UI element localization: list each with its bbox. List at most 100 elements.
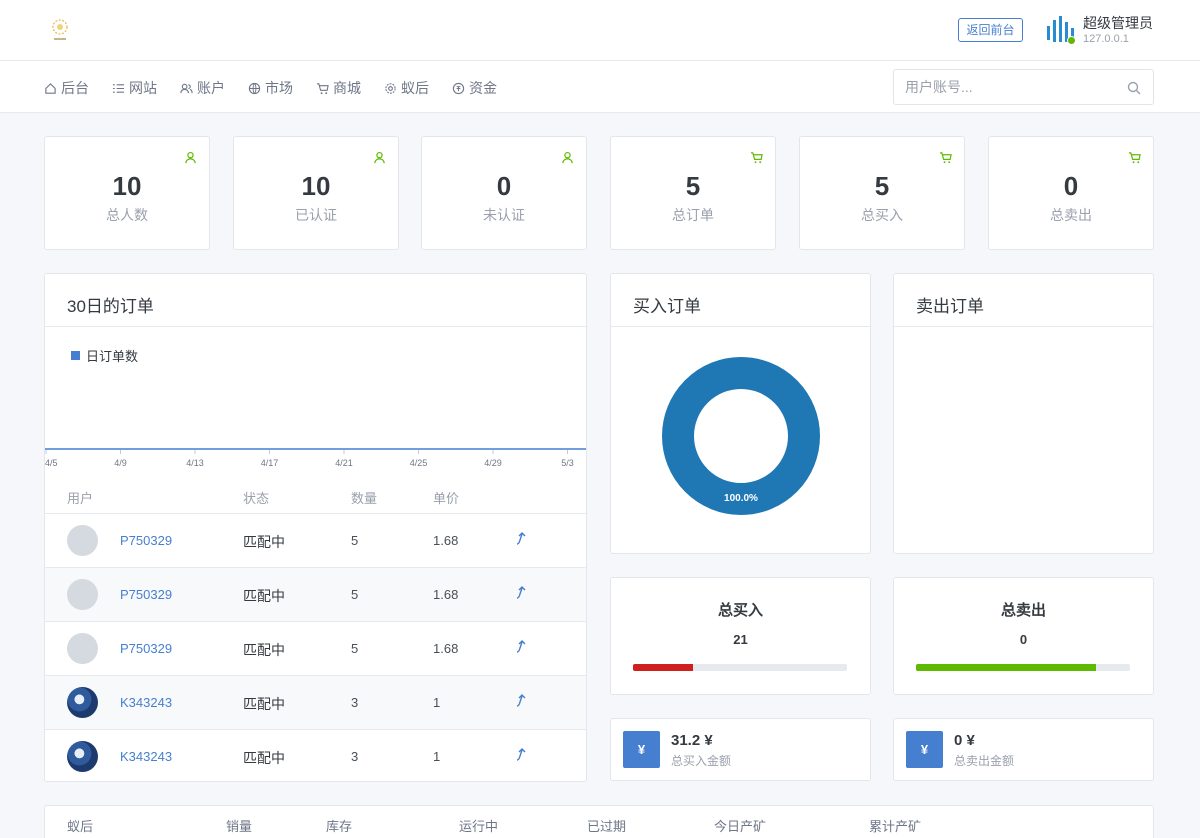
legend-swatch [71, 351, 80, 360]
orders-30-days-card: 30日的订单 日订单数 4/5 4/9 4/13 4/17 4/21 4/25 4/29 5/… [44, 273, 587, 782]
order-status: 匹配中 [243, 696, 285, 712]
nav-item-dashboard[interactable]: 后台 [44, 78, 89, 98]
nav-item-accounts[interactable]: 账户 [180, 78, 225, 98]
user-icon [562, 151, 573, 164]
order-quantity: 5 [351, 587, 359, 602]
coin-icon [452, 82, 465, 94]
order-price: 1.68 [433, 533, 459, 548]
sell-amount-card: ¥ 0 ¥ 总卖出金额 [893, 718, 1154, 781]
column-header-price: 单价 [433, 491, 460, 506]
table-row[interactable]: K343243 匹配中 3 1 [45, 729, 586, 783]
nav-item-market[interactable]: 市场 [248, 78, 293, 98]
table-row[interactable]: P750329 匹配中 5 1.68 [45, 567, 586, 621]
share-arrow-icon[interactable] [515, 531, 529, 545]
stat-label: 总买入 [861, 207, 903, 223]
amount-label: 总买入金额 [671, 754, 732, 768]
nav-label: 网站 [129, 80, 157, 96]
avatar[interactable] [67, 525, 98, 556]
order-status: 匹配中 [243, 642, 285, 658]
stat-card-verified: 10 已认证 [233, 136, 399, 250]
column-header: 运行中 [459, 819, 499, 834]
order-price: 1.68 [433, 587, 459, 602]
stat-card-total-buy: 5 总买入 [799, 136, 965, 250]
order-status: 匹配中 [243, 750, 285, 766]
online-status-dot [1067, 36, 1076, 45]
nav-label: 商城 [333, 80, 361, 96]
nav-label: 资金 [469, 80, 497, 96]
users-icon [180, 83, 193, 93]
nav-item-funds[interactable]: 资金 [452, 78, 497, 98]
cart-icon [316, 82, 329, 94]
divider [45, 326, 586, 327]
back-to-frontend-button[interactable]: 返回前台 [958, 18, 1023, 42]
chart-legend[interactable]: 日订单数 [71, 346, 138, 365]
column-header-quantity: 数量 [351, 491, 378, 506]
share-arrow-icon[interactable] [515, 639, 529, 653]
avatar[interactable] [67, 687, 98, 718]
cart-icon [750, 152, 763, 164]
card-title: 买入订单 [633, 297, 701, 316]
cart-icon [939, 152, 952, 164]
orders-line-chart: 4/5 4/9 4/13 4/17 4/21 4/25 4/29 5/3 [45, 448, 586, 468]
column-header: 今日产矿 [714, 819, 767, 834]
legend-label: 日订单数 [86, 349, 139, 364]
user-id-link[interactable]: K343243 [120, 749, 172, 764]
progress-fill [633, 664, 693, 671]
user-name[interactable]: 超级管理员 [1083, 13, 1153, 33]
stat-label: 总人数 [106, 207, 148, 223]
cart-icon [1128, 152, 1141, 164]
stat-label: 总订单 [672, 207, 714, 223]
share-arrow-icon[interactable] [515, 693, 529, 707]
gear-icon [385, 82, 396, 94]
nav-item-queen[interactable]: 蚁后 [384, 78, 429, 98]
user-id-link[interactable]: K343243 [120, 695, 172, 710]
stat-value: 5 [685, 171, 701, 201]
order-price: 1 [433, 749, 441, 764]
stat-label: 未认证 [483, 207, 525, 223]
x-tick-label: 4/17 [261, 458, 279, 468]
user-icon [185, 151, 196, 164]
share-arrow-icon[interactable] [515, 747, 529, 761]
search-icon[interactable] [1127, 81, 1141, 95]
order-status: 匹配中 [243, 534, 285, 550]
avatar[interactable] [67, 579, 98, 610]
column-header: 销量 [226, 819, 253, 834]
user-id-link[interactable]: P750329 [120, 641, 172, 656]
avatar[interactable] [67, 741, 98, 772]
x-tick-label: 5/3 [561, 458, 574, 468]
stat-value: 10 [301, 171, 331, 201]
search-box [893, 69, 1154, 105]
progress-track [633, 664, 847, 671]
yen-icon: ¥ [623, 731, 660, 768]
logo-icon[interactable] [48, 16, 72, 44]
home-icon [45, 82, 56, 94]
table-row[interactable]: K343243 匹配中 3 1 [45, 675, 586, 729]
stat-card-total-sell: 0 总卖出 [988, 136, 1154, 250]
total-sell-card: 总卖出 0 [893, 577, 1154, 695]
x-tick-label: 4/9 [114, 458, 127, 468]
search-input[interactable] [894, 70, 1114, 104]
progress-track [916, 664, 1130, 671]
table-row[interactable]: P750329 匹配中 5 1.68 [45, 621, 586, 675]
avatar[interactable] [67, 633, 98, 664]
user-id-link[interactable]: P750329 [120, 533, 172, 548]
user-ip: 127.0.0.1 [1083, 33, 1129, 45]
x-tick-label: 4/5 [45, 458, 58, 468]
order-price: 1 [433, 695, 441, 710]
share-arrow-icon[interactable] [515, 585, 529, 599]
top-header: 返回前台 超级管理员 127.0.0.1 [0, 0, 1200, 61]
column-header: 已过期 [587, 819, 627, 834]
buy-amount-card: ¥ 31.2 ¥ 总买入金额 [610, 718, 871, 781]
stat-label: 总卖出 [1050, 207, 1092, 223]
user-icon [374, 151, 385, 164]
order-price: 1.68 [433, 641, 459, 656]
x-tick-label: 4/25 [410, 458, 428, 468]
amount-label: 总卖出金额 [954, 754, 1015, 768]
nav-item-website[interactable]: 网站 [112, 78, 157, 98]
total-value: 0 [1019, 632, 1028, 647]
nav-item-shop[interactable]: 商城 [316, 78, 361, 98]
table-row[interactable]: P750329 匹配中 5 1.68 [45, 513, 586, 567]
x-tick-label: 4/21 [335, 458, 353, 468]
user-id-link[interactable]: P750329 [120, 587, 172, 602]
total-title: 总卖出 [1000, 602, 1046, 619]
